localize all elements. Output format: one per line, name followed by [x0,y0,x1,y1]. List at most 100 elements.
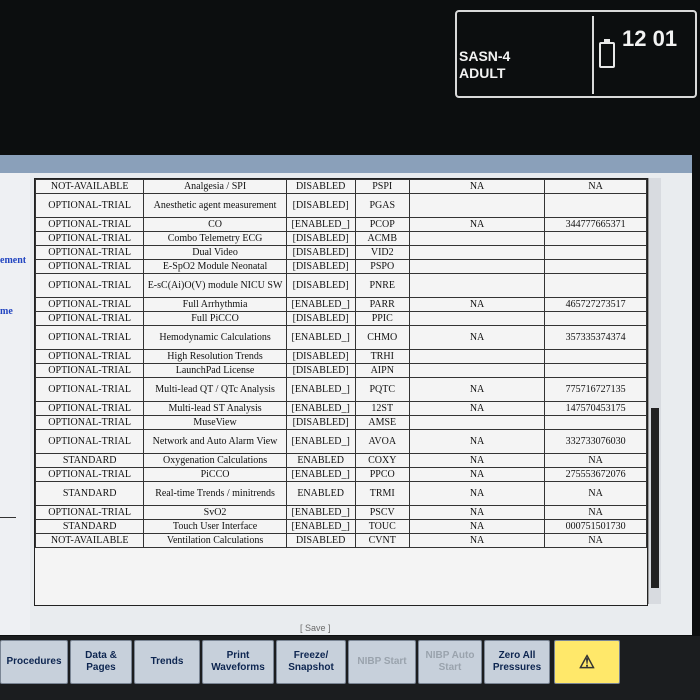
cell-val1: NA [408,377,546,402]
cell-code: AMSE [354,415,410,430]
cell-state: ENABLED [285,453,356,468]
cell-feature: Network and Auto Alarm View [143,429,287,454]
cell-val1: NA [408,325,546,350]
left-label-2[interactable]: me [0,306,13,317]
cell-val1: NA [408,179,546,194]
cell-val1 [408,363,546,378]
cell-feature: Full Arrhythmia [143,297,287,312]
cell-val2 [544,311,647,326]
button-data-pages[interactable]: Data & Pages [70,640,132,684]
table-row: OPTIONAL-TRIAL CO [ENABLED_] PCOP NA 34477766… [35,217,647,232]
cell-val1 [408,349,546,364]
table-row: OPTIONAL-TRIAL Anesthetic agent measureme… [35,193,647,218]
cell-val1: NA [408,519,546,534]
button-nibp-auto-start[interactable]: NIBP Auto Start [418,640,482,684]
button-print-waveforms[interactable]: Print Waveforms [202,640,274,684]
cell-code: PPCO [354,467,410,482]
cell-val2 [544,363,647,378]
cell-feature: Touch User Interface [143,519,287,534]
cell-feature: SvO2 [143,505,287,520]
cell-state: DISABLED [285,533,356,548]
cell-state: ENABLED [285,481,356,506]
table-row: OPTIONAL-TRIAL Combo Telemetry ECG [DISABL… [35,231,647,246]
alarm-silence-icon: ⚠ [578,652,596,672]
cell-feature: LaunchPad License [143,363,287,378]
cell-code: VID2 [354,245,410,260]
window-title-bar [0,155,692,173]
cell-feature: Ventilation Calculations [143,533,287,548]
cell-code: 12ST [354,401,410,416]
cell-status: OPTIONAL-TRIAL [35,231,145,246]
cell-status: OPTIONAL-TRIAL [35,273,145,298]
cell-val1 [408,415,546,430]
button-zero-all-pressures[interactable]: Zero All Pressures [484,640,550,684]
clock: 12 01 [622,26,678,51]
cell-status: OPTIONAL-TRIAL [35,311,145,326]
cell-code: AIPN [354,363,410,378]
table-row: OPTIONAL-TRIAL Multi-lead ST Analysis [ENA… [35,401,647,416]
bottom-button-bar: Procedures Data & Pages Trends Print Wavefo… [0,636,700,700]
cell-val2: 000751501730 [544,519,647,534]
cell-val2: NA [544,453,647,468]
cell-status: OPTIONAL-TRIAL [35,401,145,416]
cell-val2: 775716727135 [544,377,647,402]
cell-val1: NA [408,505,546,520]
cell-val1: NA [408,533,546,548]
cell-feature: Full PiCCO [143,311,287,326]
cell-code: PSCV [354,505,410,520]
table-row: OPTIONAL-TRIAL E-sC(Ai)O(V) module NICU S… [35,273,647,298]
cell-val2: 275553672076 [544,467,647,482]
cell-code: PSPI [354,179,410,194]
cell-status: OPTIONAL-TRIAL [35,429,145,454]
table-scrollbar[interactable] [648,178,661,604]
button-procedures[interactable]: Procedures [0,640,68,684]
table-row: OPTIONAL-TRIAL Multi-lead QT / QTc Analys… [35,377,647,402]
cell-val1: NA [408,453,546,468]
cell-val1 [408,231,546,246]
cell-val2 [544,259,647,274]
button-trends[interactable]: Trends [134,640,200,684]
patient-info[interactable]: SASN-4 ADULT [459,48,510,82]
cell-val2: 357335374374 [544,325,647,350]
cell-state: [DISABLED] [285,231,356,246]
table-row: NOT-AVAILABLE Ventilation Calculations DIS… [35,533,647,548]
table-row: OPTIONAL-TRIAL Full Arrhythmia [ENABLED_] P… [35,297,647,312]
cell-code: TRHI [354,349,410,364]
save-button[interactable]: [ Save ] [300,623,331,633]
cell-status: OPTIONAL-TRIAL [35,297,145,312]
cell-state: [ENABLED_] [285,325,356,350]
status-box: SASN-4 ADULT 12 01 [455,10,697,98]
table-row: STANDARD Real-time Trends / minitrends ENA… [35,481,647,506]
cell-code: PCOP [354,217,410,232]
cell-feature: Combo Telemetry ECG [143,231,287,246]
cell-val2: 344777665371 [544,217,647,232]
left-label-1[interactable]: ement [0,255,26,266]
cell-val2 [544,231,647,246]
cell-status: OPTIONAL-TRIAL [35,415,145,430]
cell-val2: 147570453175 [544,401,647,416]
cell-state: [DISABLED] [285,259,356,274]
cell-val1: NA [408,467,546,482]
cell-state: [ENABLED_] [285,377,356,402]
cell-state: [DISABLED] [285,415,356,430]
table-row: OPTIONAL-TRIAL E-SpO2 Module Neonatal [DIS… [35,259,647,274]
cell-val2: NA [544,179,647,194]
left-divider [0,517,16,518]
cell-val1 [408,259,546,274]
table-row: OPTIONAL-TRIAL MuseView [DISABLED] AMSE [35,415,647,430]
button-nibp-start[interactable]: NIBP Start [348,640,416,684]
button-freeze-snapshot[interactable]: Freeze/ Snapshot [276,640,346,684]
cell-val2: NA [544,533,647,548]
scroll-thumb[interactable] [651,408,659,588]
cell-code: PARR [354,297,410,312]
cell-code: PPIC [354,311,410,326]
cell-state: [ENABLED_] [285,297,356,312]
cell-state: [ENABLED_] [285,217,356,232]
cell-val2 [544,245,647,260]
cell-feature: PiCCO [143,467,287,482]
cell-feature: Dual Video [143,245,287,260]
alarm-silence-button[interactable]: ⚠ [554,640,620,684]
cell-feature: Hemodynamic Calculations [143,325,287,350]
cell-val1 [408,245,546,260]
cell-val2: 332733076030 [544,429,647,454]
